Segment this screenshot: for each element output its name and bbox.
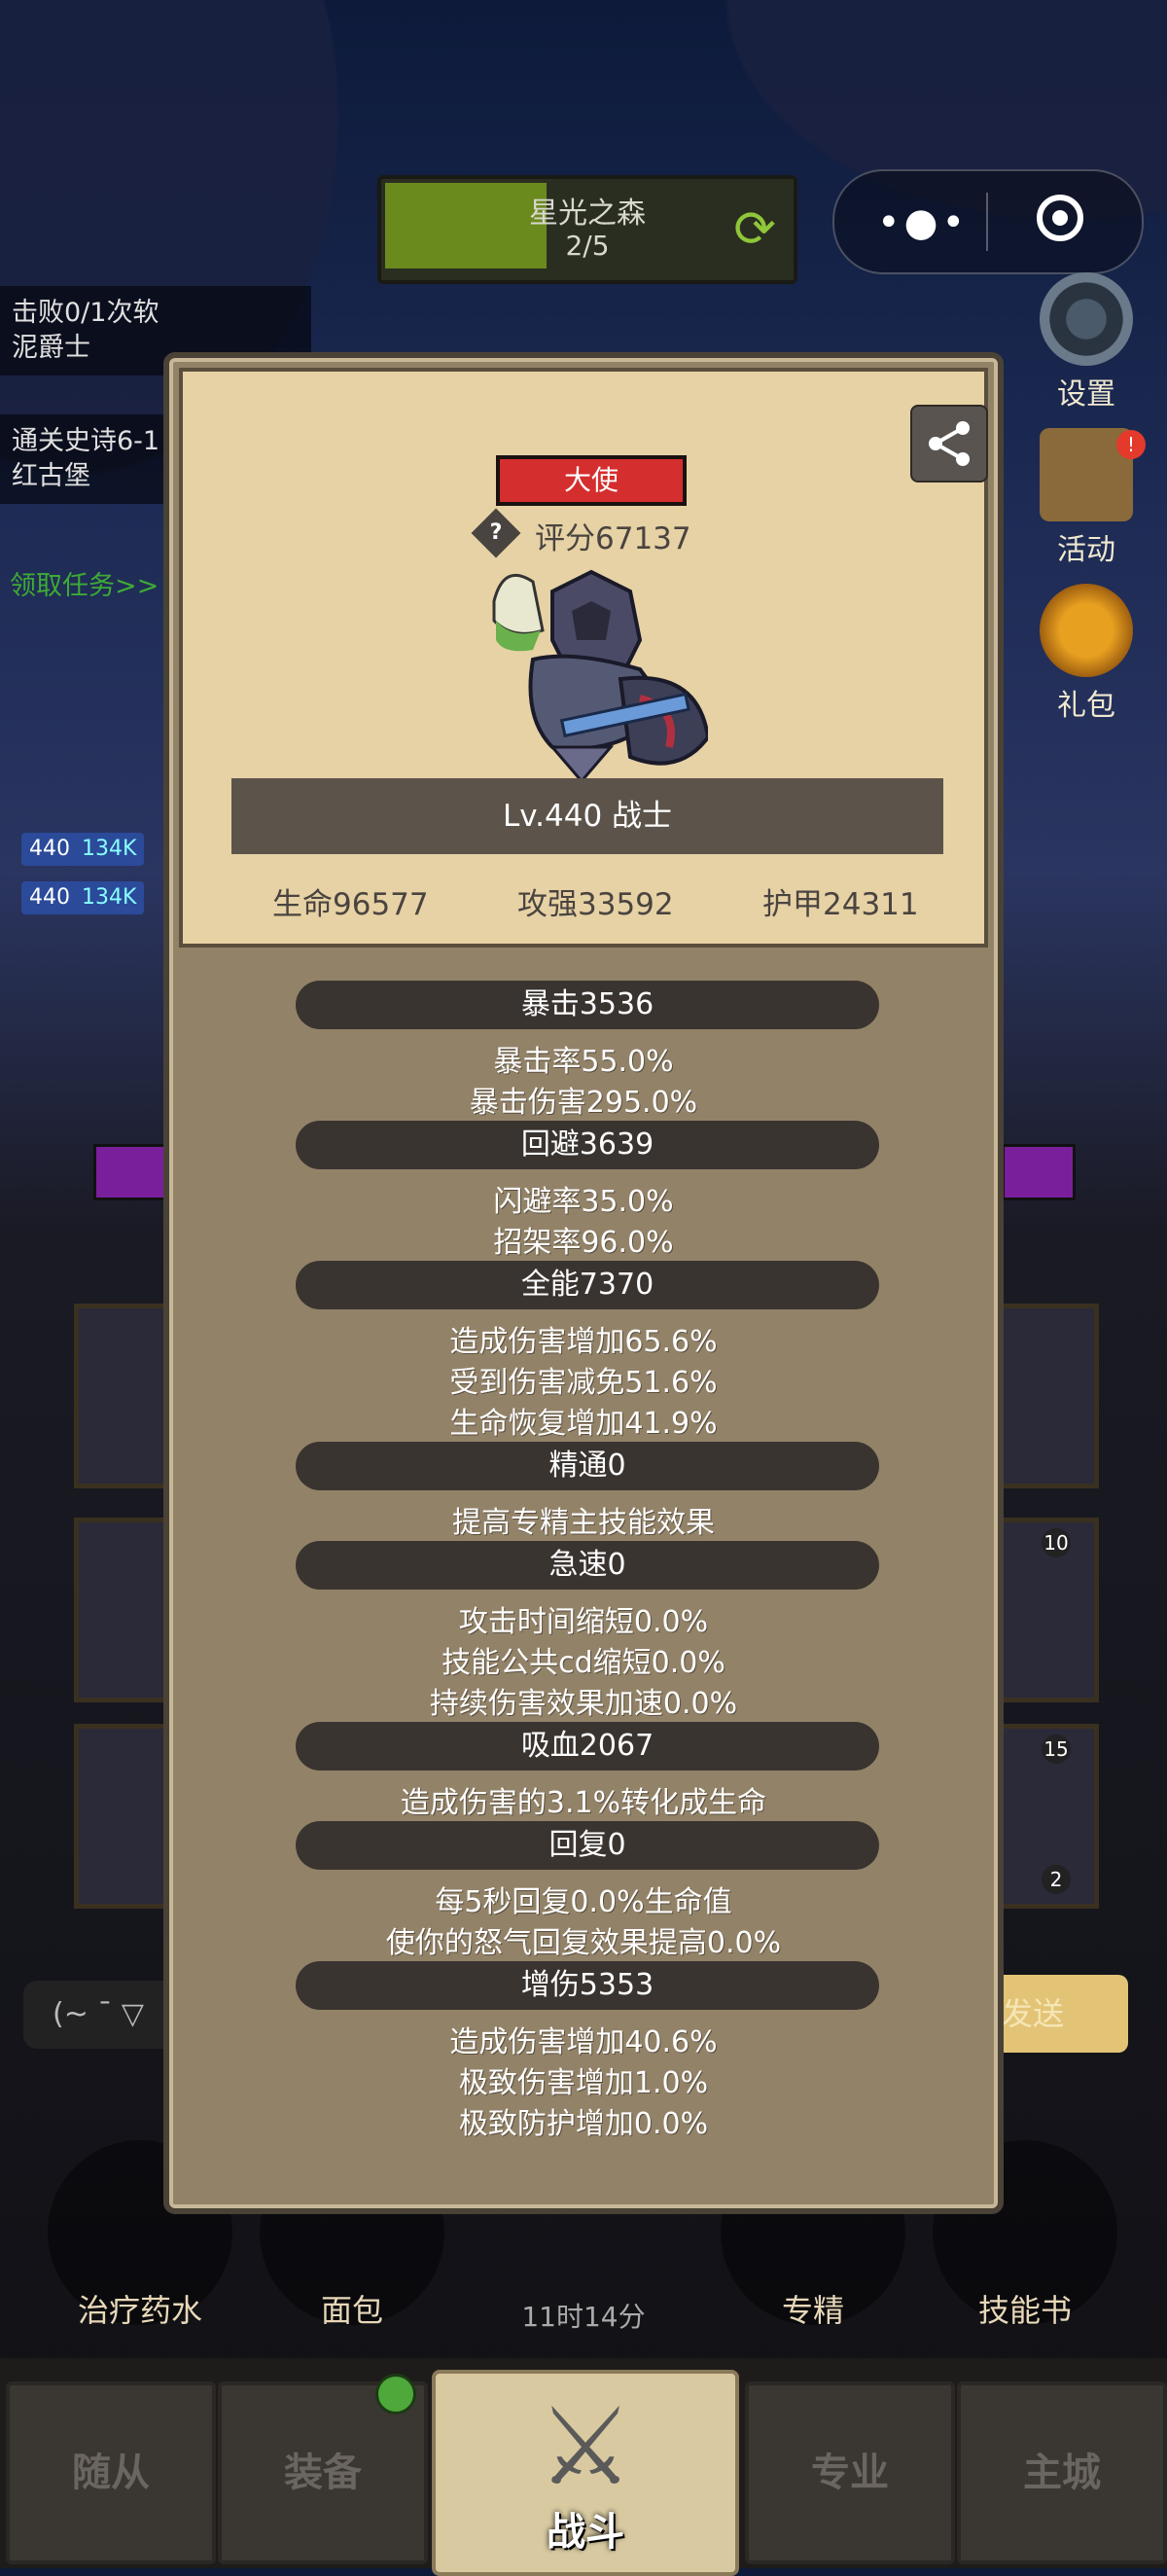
gift-button[interactable]: 礼包 <box>1023 584 1149 724</box>
unit-hp-value: 134K <box>82 837 137 861</box>
unit-hp-value: 134K <box>82 885 137 910</box>
send-button[interactable]: 发送 <box>992 1975 1128 2053</box>
attribute-header: 精通0 <box>296 1442 879 1490</box>
stat-hp: 生命96577 <box>272 887 429 922</box>
tab-followers[interactable]: 随从 <box>6 2381 216 2564</box>
claim-quest-link[interactable]: 领取任务>> <box>10 564 159 602</box>
attribute-detail: 造成伤害的3.1%转化成生命 <box>400 1786 767 1820</box>
hero-title-badge: 大使 <box>496 455 687 506</box>
unit-hp-tag: 440 134K <box>21 833 145 866</box>
settings-label: 设置 <box>1057 377 1115 411</box>
gear-icon <box>1040 272 1133 366</box>
unit-level: 440 <box>29 885 70 910</box>
unit-level: 440 <box>29 837 70 861</box>
crossed-swords-icon: ⚔ <box>537 2384 634 2509</box>
close-target-icon[interactable] <box>1037 195 1083 241</box>
attribute-detail: 受到伤害减免51.6% <box>449 1366 718 1400</box>
bottom-nav: 随从 装备 ⚔ 战斗 专业 主城 <box>0 2358 1167 2576</box>
consumable-label: 治疗药水 <box>77 2292 202 2329</box>
tab-battle[interactable]: ⚔ 战斗 <box>432 2370 739 2576</box>
attribute-detail: 造成伤害增加40.6% <box>449 2025 718 2059</box>
attribute-detail: 暴击伤害295.0% <box>469 1086 698 1120</box>
settings-button[interactable]: 设置 <box>1023 272 1149 412</box>
consumable-label: 面包 <box>320 2292 383 2329</box>
attribute-detail: 攻击时间缩短0.0% <box>458 1605 709 1639</box>
hero-stats-modal: 大使 ? 评分67137 Lv.440 战士 生命96577 攻强33592 护… <box>163 352 1004 2214</box>
gift-label: 礼包 <box>1057 689 1115 723</box>
attribute-detail: 极致防护增加0.0% <box>458 2107 709 2141</box>
tab-battle-label: 战斗 <box>547 2510 624 2555</box>
attribute-detail: 暴击率55.0% <box>493 1045 674 1079</box>
hero-portrait <box>492 569 708 784</box>
equipment-notification-dot <box>375 2374 416 2415</box>
share-icon <box>929 421 970 466</box>
share-button[interactable] <box>910 405 988 483</box>
event-badge: ! <box>1116 430 1146 459</box>
capsule-divider <box>986 193 988 251</box>
event-label: 活动 <box>1057 533 1115 567</box>
attribute-detail: 持续伤害效果加速0.0% <box>429 1687 738 1721</box>
card-count: 15 <box>1042 1735 1071 1764</box>
stage-progress-count: 2/5 <box>565 230 610 262</box>
attribute-detail: 闪避率35.0% <box>493 1185 674 1219</box>
stat-armor: 护甲24311 <box>762 887 919 922</box>
attribute-detail: 招架率96.0% <box>493 1226 674 1260</box>
card-count: 10 <box>1042 1528 1071 1557</box>
tab-main-city[interactable]: 主城 <box>957 2381 1167 2564</box>
attribute-detail: 提高专精主技能效果 <box>452 1506 715 1540</box>
attribute-detail: 造成伤害增加65.6% <box>449 1325 718 1359</box>
attribute-header: 暴击3536 <box>296 981 879 1029</box>
gift-icon <box>1040 584 1133 677</box>
attribute-header: 增伤5353 <box>296 1961 879 2010</box>
attribute-detail: 每5秒回复0.0%生命值 <box>435 1885 732 1919</box>
event-button[interactable]: 活动 ! <box>1023 428 1149 568</box>
consumable-label: 技能书 <box>977 2292 1072 2329</box>
tab-profession[interactable]: 专业 <box>745 2381 955 2564</box>
mini-program-capsule: •●• <box>832 169 1144 274</box>
hero-level-class: Lv.440 战士 <box>231 778 943 854</box>
attribute-detail: 极致伤害增加1.0% <box>458 2066 709 2100</box>
unit-hp-tag: 440 134K <box>21 881 145 914</box>
stage-progress-bar[interactable]: 星光之森 2/5 ⟳ <box>377 175 797 284</box>
card-count: 2 <box>1042 1865 1071 1894</box>
attribute-header: 急速0 <box>296 1541 879 1590</box>
hero-summary-panel: 大使 ? 评分67137 Lv.440 战士 生命96577 攻强33592 护… <box>179 368 988 948</box>
refresh-icon[interactable]: ⟳ <box>733 200 776 259</box>
attribute-detail: 生命恢复增加41.9% <box>449 1407 718 1441</box>
attribute-detail: 使你的怒气回复效果提高0.0% <box>385 1926 782 1960</box>
attribute-header: 全能7370 <box>296 1261 879 1309</box>
attribute-header: 回避3639 <box>296 1121 879 1169</box>
boss-hp-bar-right <box>1002 1144 1076 1200</box>
more-icon[interactable]: •●• <box>877 200 969 245</box>
attribute-header: 回复0 <box>296 1821 879 1870</box>
quest-text: 击败0/1次软 <box>12 298 159 328</box>
attribute-detail: 技能公共cd缩短0.0% <box>442 1646 725 1680</box>
stage-name: 星光之森 <box>529 197 646 231</box>
help-icon[interactable]: ? <box>471 508 521 558</box>
hero-score: 评分67137 <box>535 521 691 556</box>
consumable-label: 专精 <box>781 2292 844 2329</box>
attribute-header: 吸血2067 <box>296 1722 879 1771</box>
timer-label: 11时14分 <box>521 2301 646 2333</box>
stat-attack-power: 攻强33592 <box>517 887 674 922</box>
